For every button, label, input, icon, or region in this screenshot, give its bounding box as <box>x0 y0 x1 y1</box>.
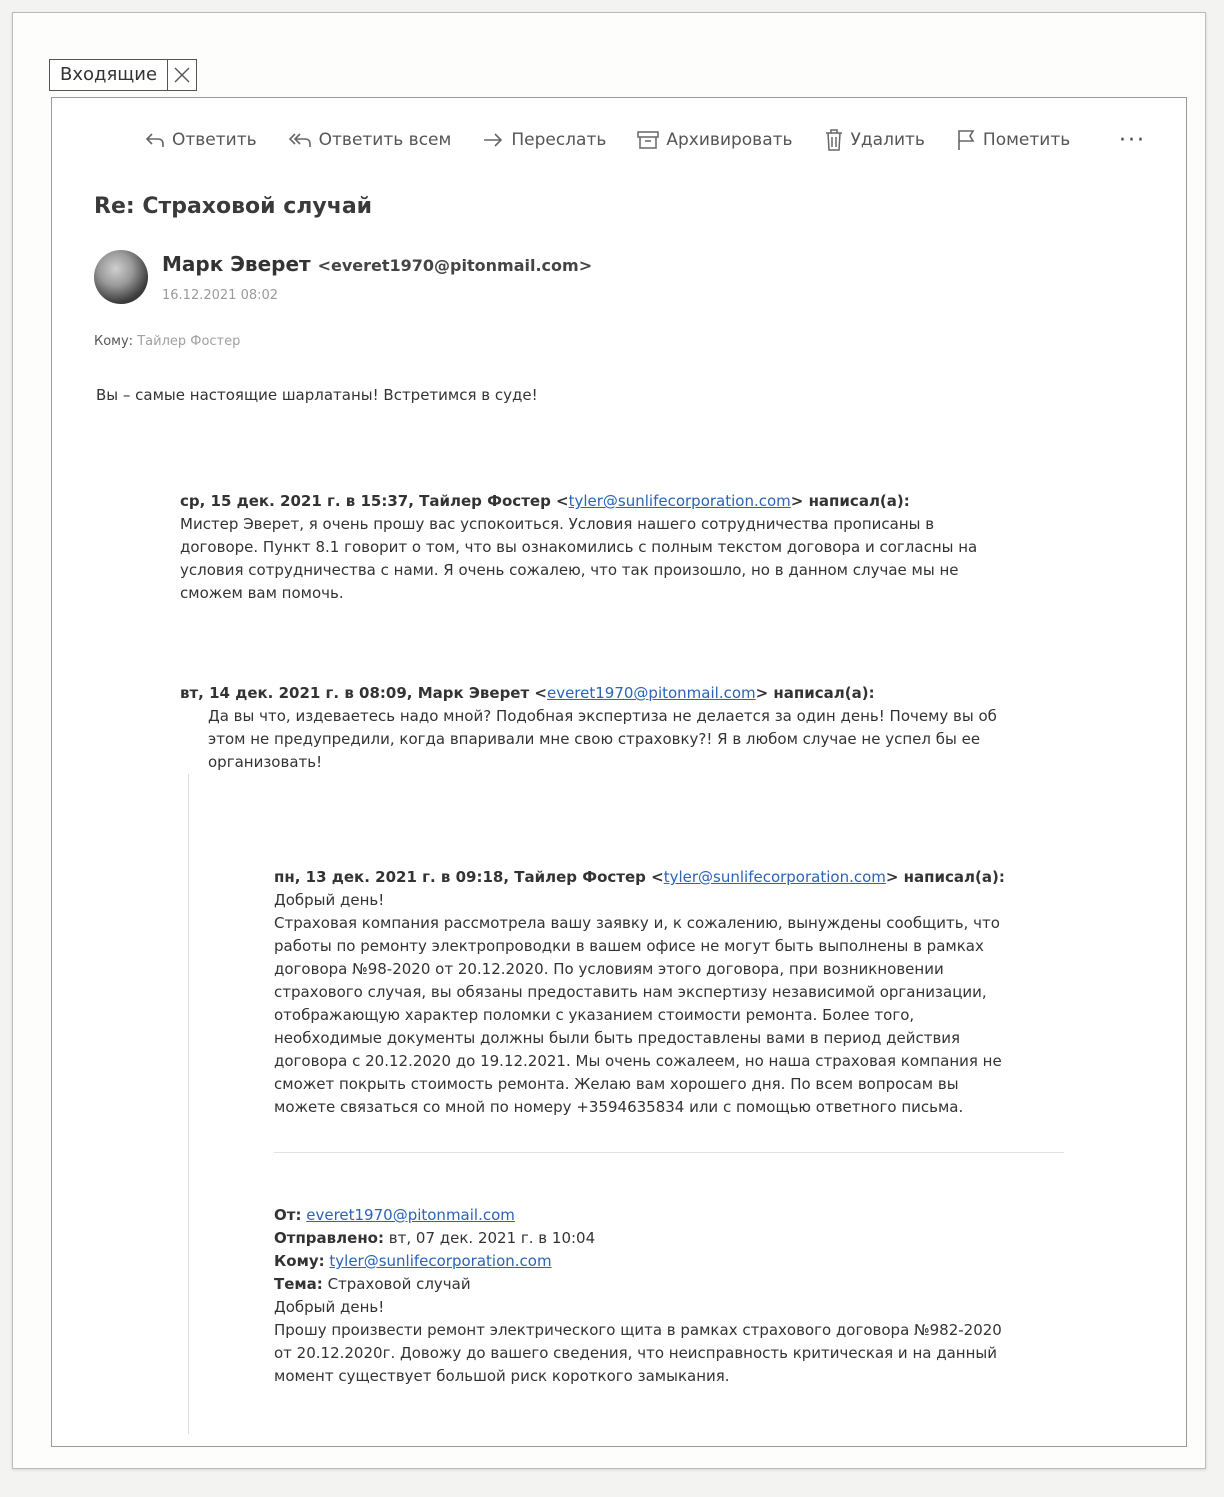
sent-label: Отправлено: <box>274 1229 384 1247</box>
message-panel: Ответить Ответить всем Переслать Архивир… <box>51 97 1187 1447</box>
reply-all-button[interactable]: Ответить всем <box>287 130 452 150</box>
quote-line: сможем вам помочь. <box>180 584 344 602</box>
quote-header-suffix: > написал(а): <box>790 492 910 510</box>
quote-header: ср, 15 дек. 2021 г. в 15:37, Тайлер Фост… <box>180 490 1060 513</box>
avatar[interactable] <box>94 250 148 304</box>
reply-button[interactable]: Ответить <box>144 130 257 150</box>
sent-line: Отправлено: вт, 07 дек. 2021 г. в 10:04 <box>274 1227 1094 1250</box>
subject-value: Страховой случай <box>327 1275 471 1293</box>
close-icon[interactable] <box>168 60 196 90</box>
more-options-button[interactable]: ··· <box>1119 128 1146 153</box>
flag-icon <box>955 128 977 152</box>
quoted-message-1: ср, 15 дек. 2021 г. в 15:37, Тайлер Фост… <box>180 490 1060 605</box>
to-label: Кому: <box>94 334 134 349</box>
recipient-name[interactable]: Тайлер Фостер <box>137 334 240 349</box>
delete-label: Удалить <box>850 130 925 150</box>
quote-line: сможет покрыть стоимость ремонта. Желаю … <box>274 1075 959 1093</box>
original-line: от 20.12.2020г. Довожу до вашего сведени… <box>274 1344 997 1362</box>
divider <box>274 1152 1064 1153</box>
message-date: 16.12.2021 08:02 <box>162 288 279 303</box>
quote-line: договора №98-2020 от 20.12.2020. По усло… <box>274 960 944 978</box>
quote-header-suffix: > написал(а): <box>755 684 875 702</box>
original-message: От: everet1970@pitonmail.com Отправлено:… <box>274 1204 1094 1388</box>
message-subject: Re: Страховой случай <box>94 194 373 219</box>
quote-header: вт, 14 дек. 2021 г. в 08:09, Марк Эверет… <box>180 682 1080 705</box>
tab-label[interactable]: Входящие <box>50 60 169 90</box>
email-link[interactable]: tyler@sunlifecorporation.com <box>569 492 791 510</box>
sent-value: вт, 07 дек. 2021 г. в 10:04 <box>388 1229 596 1247</box>
message-body: Вы – самые настоящие шарлатаны! Встретим… <box>96 386 538 404</box>
reply-icon <box>144 130 166 150</box>
quote-border <box>188 774 189 1434</box>
reply-all-label: Ответить всем <box>318 130 452 150</box>
quote-line: организовать! <box>208 753 323 771</box>
to-label: Кому: <box>274 1252 325 1270</box>
quoted-message-3: пн, 13 дек. 2021 г. в 09:18, Тайлер Фост… <box>274 866 1094 1119</box>
quote-header-text: ср, 15 дек. 2021 г. в 15:37, Тайлер Фост… <box>180 492 569 510</box>
from-email-link[interactable]: everet1970@pitonmail.com <box>306 1206 515 1224</box>
quote-line: условия сотрудничества с нами. Я очень с… <box>180 561 959 579</box>
quoted-message-2: вт, 14 дек. 2021 г. в 08:09, Марк Эверет… <box>180 682 1080 774</box>
quote-line: договора с 20.12.2020 до 19.12.2021. Мы … <box>274 1052 1002 1070</box>
quote-header: пн, 13 дек. 2021 г. в 09:18, Тайлер Фост… <box>274 866 1094 889</box>
archive-button[interactable]: Архивировать <box>636 129 793 151</box>
to-email-link[interactable]: tyler@sunlifecorporation.com <box>329 1252 551 1270</box>
forward-icon <box>481 130 505 150</box>
subject-line: Тема: Страховой случай <box>274 1273 1094 1296</box>
quote-line: можете связаться со мной по номеру +3594… <box>274 1098 964 1116</box>
reply-all-icon <box>287 130 313 150</box>
quote-header-text: пн, 13 дек. 2021 г. в 09:18, Тайлер Фост… <box>274 868 664 886</box>
quote-line: необходимые документы должны были быть п… <box>274 1029 961 1047</box>
to-line: Кому: tyler@sunlifecorporation.com <box>274 1250 1094 1273</box>
quote-line: Добрый день! <box>274 891 385 909</box>
window: Входящие Ответить Ответить всем Переслат… <box>12 12 1206 1469</box>
quote-line: отображающую характер поломки с указание… <box>274 1006 915 1024</box>
sender: Марк Эверет <everet1970@pitonmail.com> <box>162 252 592 276</box>
delete-button[interactable]: Удалить <box>823 128 925 152</box>
quote-line: этом не предупредили, когда впаривали мн… <box>208 730 981 748</box>
quote-line: работы по ремонту электропроводки в ваше… <box>274 937 984 955</box>
quote-line: договоре. Пункт 8.1 говорит о том, что в… <box>180 538 978 556</box>
quote-line: страхового случая, вы обязаны предостави… <box>274 983 987 1001</box>
from-label: От: <box>274 1206 302 1224</box>
forward-button[interactable]: Переслать <box>481 130 606 150</box>
sender-name[interactable]: Марк Эверет <box>162 252 311 276</box>
original-line: Прошу произвести ремонт электрического щ… <box>274 1321 1002 1339</box>
archive-icon <box>636 129 660 151</box>
flag-label: Пометить <box>982 130 1071 150</box>
email-link[interactable]: everet1970@pitonmail.com <box>547 684 756 702</box>
quote-header-suffix: > написал(а): <box>885 868 1005 886</box>
original-line: момент существует большой риск короткого… <box>274 1367 730 1385</box>
trash-icon <box>823 128 845 152</box>
tab-inbox[interactable]: Входящие <box>49 59 198 91</box>
forward-label: Переслать <box>511 130 607 150</box>
toolbar: Ответить Ответить всем Переслать Архивир… <box>144 120 1146 160</box>
quote-header-text: вт, 14 дек. 2021 г. в 08:09, Марк Эверет… <box>180 684 547 702</box>
archive-label: Архивировать <box>666 130 793 150</box>
reply-label: Ответить <box>172 130 257 150</box>
quote-line: Да вы что, издеваетесь надо мной? Подобн… <box>208 707 997 725</box>
quote-line: Мистер Эверет, я очень прошу вас успокои… <box>180 515 935 533</box>
subject-label: Тема: <box>274 1275 323 1293</box>
sender-email[interactable]: <everet1970@pitonmail.com> <box>318 256 593 275</box>
email-link[interactable]: tyler@sunlifecorporation.com <box>664 868 886 886</box>
recipient-line: Кому: Тайлер Фостер <box>94 334 240 349</box>
original-line: Добрый день! <box>274 1298 385 1316</box>
from-line: От: everet1970@pitonmail.com <box>274 1204 1094 1227</box>
quote-line: Страховая компания рассмотрела вашу заяв… <box>274 914 1000 932</box>
flag-button[interactable]: Пометить <box>955 128 1070 152</box>
